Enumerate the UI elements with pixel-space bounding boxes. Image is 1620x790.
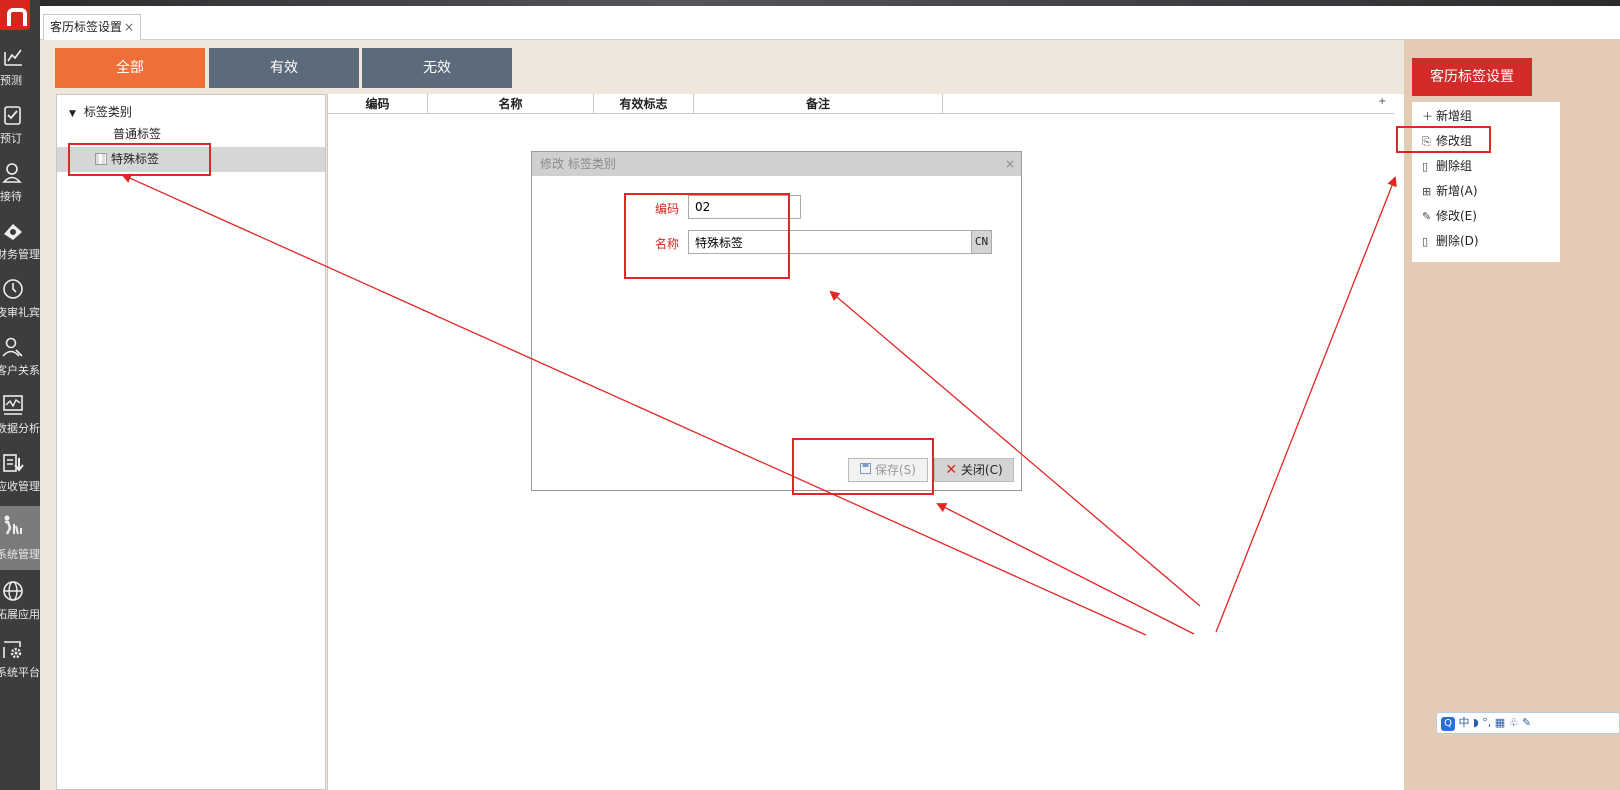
people-icon [2, 336, 24, 363]
tab-bar: 客历标签设置 × [40, 6, 1620, 40]
admin-icon [2, 514, 24, 541]
ime-logo-icon: Q [1441, 717, 1455, 731]
dialog-title-bar: 修改 标签类别 × [532, 152, 1021, 176]
nav-label: 预测 [0, 74, 22, 87]
panel-title: 客历标签设置 [1412, 58, 1532, 96]
tree-root[interactable]: ▼ 标签类别 [69, 103, 132, 120]
trash-icon: ▯ [1422, 160, 1429, 173]
globe-icon [2, 580, 24, 607]
money-icon [2, 220, 24, 247]
nav-item-analysis[interactable]: 数据分析 [0, 392, 40, 450]
left-nav-rail: 预测 预订 接待 财务管理 夜审礼宾 客户关系 数据分析 应收管理 系统管理 拓… [0, 0, 40, 790]
menu-label: 修改(E) [1436, 209, 1477, 223]
tab-guest-tag-settings[interactable]: 客历标签设置 × [43, 14, 142, 40]
nav-label: 数据分析 [0, 422, 40, 435]
nav-item-receivable[interactable]: 应收管理 [0, 450, 40, 508]
nav-label: 系统平台 [0, 666, 40, 679]
nav-item-forecast[interactable]: 预测 [0, 44, 40, 102]
menu-item-add[interactable]: ⊞ 新增(A) [1422, 181, 1478, 201]
nav-item-finance[interactable]: 财务管理 [0, 218, 40, 276]
grid-header: 编码 名称 有效标志 备注 [328, 94, 1394, 114]
nav-item-night-audit[interactable]: 夜审礼宾 [0, 276, 40, 334]
tree-node-label: 普通标签 [113, 127, 162, 141]
close-dialog-button[interactable]: ✕ 关闭(C) [934, 458, 1014, 482]
nav-item-crm[interactable]: 客户关系 [0, 334, 40, 392]
menu-item-add-group[interactable]: ＋新增组 [1422, 106, 1472, 126]
highlight-box-edit-group [1396, 126, 1491, 153]
input-lang-toggle[interactable]: CN [972, 230, 992, 254]
filter-invalid-button[interactable]: 无效 [362, 48, 512, 88]
add-box-icon: ⊞ [1422, 185, 1432, 198]
nav-item-platform[interactable]: 系统平台 [0, 636, 40, 694]
column-header-code[interactable]: 编码 [328, 94, 428, 114]
dialog-title: 修改 标签类别 [540, 157, 616, 171]
highlight-box-save [792, 438, 934, 495]
highlight-box-fields [624, 193, 790, 279]
tree-root-label: 标签类别 [83, 105, 132, 119]
menu-label: 删除组 [1436, 159, 1473, 173]
menu-item-delete[interactable]: ▯ 删除(D) [1422, 231, 1479, 251]
receivable-icon [2, 452, 24, 479]
nav-label: 夜审礼宾 [0, 306, 40, 319]
clock-icon [2, 278, 24, 305]
highlight-box-tree-node [68, 143, 211, 176]
filter-all-button[interactable]: 全部 [55, 48, 205, 88]
nav-label: 系统管理 [0, 548, 40, 561]
red-x-icon: ✕ [945, 462, 958, 478]
nav-item-booking[interactable]: 预订 [0, 102, 40, 160]
nav-item-extensions[interactable]: 拓展应用 [0, 578, 40, 636]
filter-valid-button[interactable]: 有效 [209, 48, 359, 88]
add-column-icon[interactable]: + [1378, 96, 1386, 107]
column-header-name[interactable]: 名称 [428, 94, 594, 114]
ime-toolbar[interactable]: Q 中 ◗ °, ▦ ♧ ✎ [1436, 712, 1620, 734]
menu-label: 新增(A) [1436, 184, 1478, 198]
ime-status: 中 ◗ °, ▦ ♧ ✎ [1458, 716, 1532, 729]
pencil-icon: ✎ [1422, 210, 1432, 223]
plus-icon: ＋ [1422, 110, 1433, 123]
column-header-remark[interactable]: 备注 [694, 94, 943, 114]
caret-down-icon[interactable]: ▼ [69, 109, 76, 119]
nav-label: 财务管理 [0, 248, 40, 261]
close-button-label: 关闭(C) [960, 463, 1003, 477]
nav-label: 客户关系 [0, 364, 40, 377]
clipboard-check-icon [2, 104, 24, 131]
menu-item-edit[interactable]: ✎ 修改(E) [1422, 206, 1477, 226]
menu-label: 删除(D) [1436, 234, 1479, 248]
menu-item-delete-group[interactable]: ▯ 删除组 [1422, 156, 1472, 176]
nav-label: 接待 [0, 190, 22, 203]
nav-item-reception[interactable]: 接待 [0, 160, 40, 218]
nav-label: 预订 [0, 132, 22, 145]
trash-icon: ▯ [1422, 235, 1429, 248]
settings-icon [2, 638, 24, 665]
app-logo [0, 0, 30, 30]
close-icon[interactable]: × [124, 20, 134, 34]
column-header-valid-flag[interactable]: 有效标志 [594, 94, 694, 114]
close-icon[interactable]: × [1005, 152, 1015, 176]
nav-label: 应收管理 [0, 480, 40, 493]
nav-label: 拓展应用 [0, 608, 40, 621]
column-header-filler [943, 94, 1394, 114]
person-icon [2, 162, 24, 189]
menu-label: 新增组 [1436, 109, 1473, 123]
tab-label: 客历标签设置 [50, 20, 123, 34]
tag-category-tree: ▼ 标签类别 普通标签 特殊标签 [56, 94, 326, 790]
analysis-icon [2, 394, 24, 421]
chart-icon [2, 46, 24, 73]
nav-item-system-admin[interactable]: 系统管理 [0, 506, 40, 570]
